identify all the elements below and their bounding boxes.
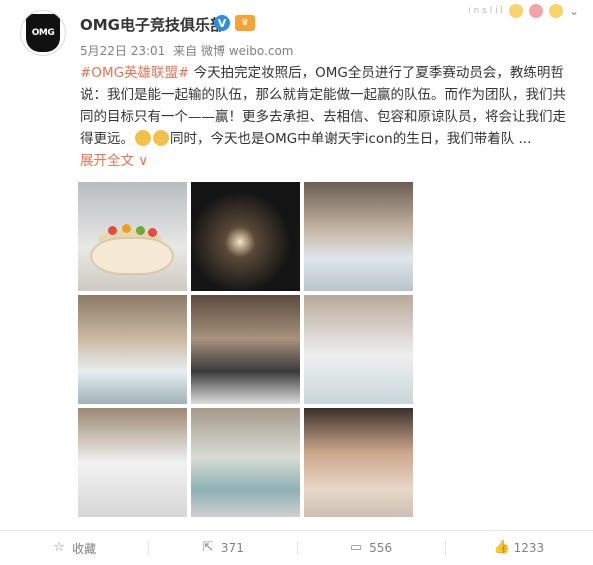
post-date[interactable]: 5月22日 23:01 <box>80 44 165 58</box>
photo-player-drink[interactable] <box>304 295 413 404</box>
header-right: i n s l i l ⌄ <box>468 4 579 18</box>
photo-cake[interactable] <box>78 182 187 291</box>
emoji-icon <box>528 4 543 18</box>
photo-player-ear[interactable] <box>304 408 413 517</box>
favorite-label: 收藏 <box>72 541 97 556</box>
like-count: 1233 <box>513 541 545 555</box>
emoji-icon <box>548 4 563 18</box>
level-text: i n s l i l <box>468 6 503 16</box>
like-button[interactable]: 👍 1233 <box>444 531 593 565</box>
share-icon: ⇱ <box>202 540 214 555</box>
photo-table-wide[interactable] <box>304 182 413 291</box>
action-bar: ☆ 收藏 ⇱ 371 ▭ 556 👍 1233 <box>0 530 593 565</box>
photo-table-flowers[interactable] <box>191 408 300 517</box>
omg-logo: OMG <box>26 14 60 52</box>
username-link[interactable]: OMG电子竞技俱乐部 <box>80 14 225 35</box>
photo-candles[interactable] <box>191 182 300 291</box>
repost-count: 371 <box>220 541 244 555</box>
verified-icon: V <box>214 15 230 31</box>
fist-emoji-icon <box>135 130 151 146</box>
post-source[interactable]: 来自 微博 weibo.com <box>173 44 293 58</box>
expand-full-text-link[interactable]: 展开全文 ∨ <box>80 153 148 169</box>
topic-link[interactable]: #OMG英雄联盟# <box>80 65 189 81</box>
photo-player-black-shirt[interactable] <box>191 295 300 404</box>
photo-player-chin-rest[interactable] <box>78 408 187 517</box>
comment-icon: ▭ <box>350 540 363 555</box>
weibo-post-card: OMG OMG电子竞技俱乐部 V ♛ i n s l i l ⌄ 5月22日 2… <box>0 0 593 564</box>
comment-button[interactable]: ▭ 556 <box>296 531 445 565</box>
post-meta: 5月22日 23:01 来自 微博 weibo.com <box>80 42 298 59</box>
fist-emoji-icon <box>153 130 169 146</box>
comment-count: 556 <box>369 541 393 555</box>
repost-button[interactable]: ⇱ 371 <box>148 531 296 565</box>
photo-players-table[interactable] <box>78 295 187 404</box>
emoji-icon <box>508 4 523 18</box>
post-text: #OMG英雄联盟# 今天拍完定妆照后，OMG全员进行了夏季赛动员会，教练明哲说：… <box>80 62 576 172</box>
star-icon: ☆ <box>53 540 65 555</box>
avatar[interactable]: OMG <box>20 10 66 56</box>
post-body-2: 同时，今天也是OMG中单谢天宇icon的生日，我们带着队 ... <box>170 131 532 147</box>
member-crown-icon[interactable]: ♛ <box>235 15 255 31</box>
favorite-button[interactable]: ☆ 收藏 <box>0 531 148 565</box>
chevron-down-icon[interactable]: ⌄ <box>569 4 579 18</box>
like-icon: 👍 <box>493 540 510 555</box>
chevron-down-icon: ∨ <box>138 153 149 169</box>
